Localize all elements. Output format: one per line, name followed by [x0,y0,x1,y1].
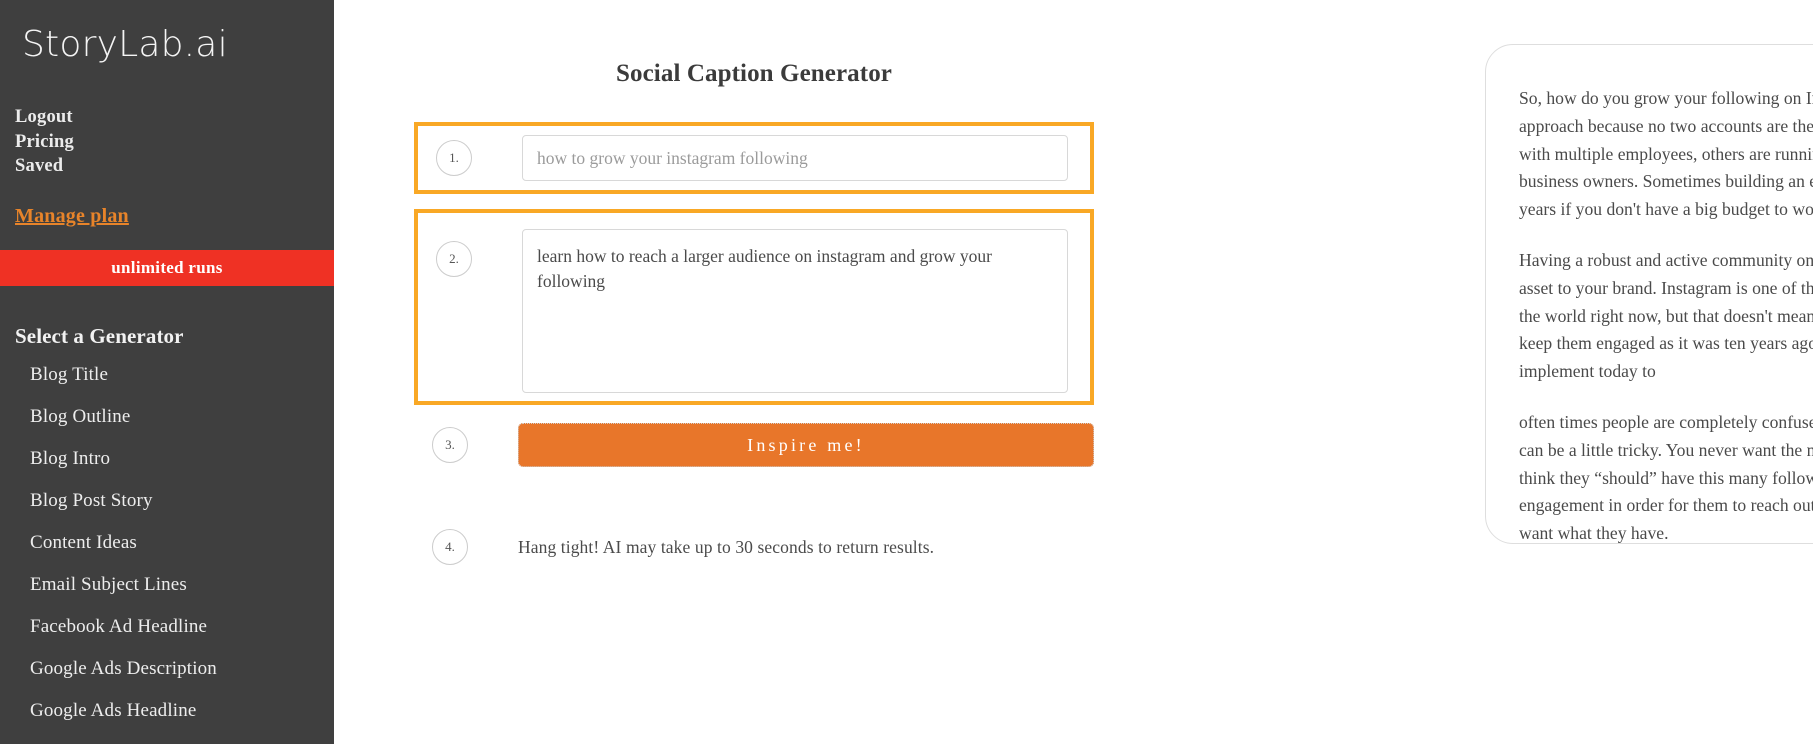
processing-hint: Hang tight! AI may take up to 30 seconds… [518,536,935,557]
sidebar-item-email-subject-lines[interactable]: Email Subject Lines [30,575,334,617]
sidebar-item-google-ads-headline[interactable]: Google Ads Headline [30,701,334,743]
app-root: StoryLab.ai Logout Pricing Saved Manage … [0,0,1813,744]
step-4-container: 4. Hang tight! AI may take up to 30 seco… [414,529,1094,565]
result-paragraph: often times people are completely confus… [1519,411,1813,544]
select-a-generator-heading: Select a Generator [15,323,184,348]
step-1-number: 1. [436,140,472,176]
manage-plan-wrap: Manage plan [0,205,334,228]
step-3-container: 3. Inspire me! [414,423,1094,467]
unlimited-runs-badge: unlimited runs [0,249,334,286]
result-paragraph: So, how do you grow your following on In… [1519,88,1813,220]
results-panel: So, how do you grow your following on In… [1485,44,1813,544]
sidebar-item-facebook-ad-headline[interactable]: Facebook Ad Headline [30,617,334,659]
account-links: Logout Pricing Saved [0,105,334,179]
page-title: Social Caption Generator [616,60,892,87]
step-1-container: 1. [414,122,1094,194]
sidebar-item-logout[interactable]: Logout [15,105,334,130]
topic-input[interactable] [522,135,1068,181]
step-4-number: 4. [432,529,468,565]
generator-form: Social Caption Generator 1. 2. 3. Inspir… [414,0,1094,565]
manage-plan-link[interactable]: Manage plan [15,205,129,227]
inspire-me-button[interactable]: Inspire me! [518,423,1094,467]
brand-logo[interactable]: StoryLab.ai [0,0,334,67]
description-textarea[interactable] [522,229,1068,393]
sidebar-item-pricing[interactable]: Pricing [15,130,334,155]
sidebar-item-content-ideas[interactable]: Content Ideas [30,533,334,575]
sidebar: StoryLab.ai Logout Pricing Saved Manage … [0,0,334,744]
sidebar-item-saved[interactable]: Saved [15,154,334,179]
result-paragraph: Having a robust and active community on … [1519,249,1813,382]
main-content: Social Caption Generator 1. 2. 3. Inspir… [334,0,1813,744]
sidebar-item-blog-outline[interactable]: Blog Outline [30,407,334,449]
sidebar-item-blog-title[interactable]: Blog Title [30,365,334,407]
sidebar-item-google-ads-description[interactable]: Google Ads Description [30,659,334,701]
sidebar-item-blog-intro[interactable]: Blog Intro [30,449,334,491]
sidebar-item-blog-post-story[interactable]: Blog Post Story [30,491,334,533]
step-2-number: 2. [436,241,472,277]
step-2-container: 2. [414,209,1094,405]
step-3-number: 3. [432,427,468,463]
generator-list: Blog Title Blog Outline Blog Intro Blog … [0,365,334,744]
